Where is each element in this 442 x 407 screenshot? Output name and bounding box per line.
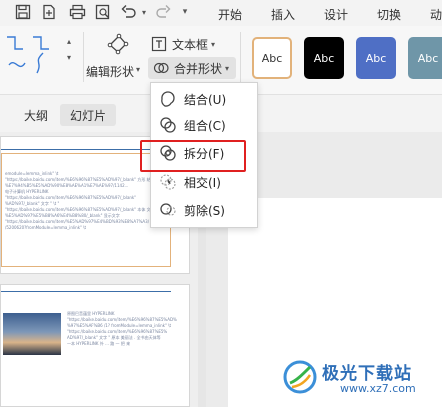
watermark-url: www.xz7.com bbox=[340, 382, 416, 395]
slide-text-block: 原图巴音蕴里 HYPERLINK "https://baike.baidu.co… bbox=[67, 311, 177, 347]
watermark-text: 极光下载站 bbox=[322, 364, 412, 384]
menu-item-union[interactable]: 结合(U) bbox=[151, 86, 255, 112]
chevron-down-icon: ▾ bbox=[225, 63, 230, 73]
union-icon bbox=[159, 90, 177, 108]
tab-outline[interactable]: 大纲 bbox=[14, 104, 58, 126]
ribbon-separator bbox=[83, 32, 84, 82]
connector-gallery[interactable] bbox=[4, 33, 62, 78]
menu-item-intersect[interactable]: 相交(I) bbox=[151, 169, 255, 195]
chevron-down-icon: ▾ bbox=[211, 39, 216, 49]
menu-item-label: 相交(I) bbox=[184, 175, 221, 190]
textbox-icon bbox=[150, 35, 168, 53]
merge-shapes-label: 合并形状 bbox=[174, 61, 223, 76]
print-preview-icon[interactable] bbox=[92, 1, 114, 23]
ribbon-separator bbox=[240, 32, 241, 82]
combine-icon bbox=[159, 116, 177, 134]
edit-shape-label: 编辑形状 bbox=[86, 65, 135, 79]
tab-design[interactable]: 设计 bbox=[324, 6, 348, 23]
chevron-down-icon: ▾ bbox=[136, 65, 141, 74]
tab-home[interactable]: 开始 bbox=[218, 6, 242, 23]
shape-style-blue[interactable]: Abc bbox=[356, 37, 396, 79]
menu-item-label: 剪除(S) bbox=[184, 203, 225, 218]
watermark: 极光下载站 www.xz7.com bbox=[280, 355, 440, 405]
tab-animation[interactable]: 动 bbox=[430, 6, 442, 23]
slide-text-line: /5200620?fromModule=lemma_inlink" \t bbox=[5, 225, 87, 230]
slide-thumbnail-2[interactable]: 原图巴音蕴里 HYPERLINK "https://baike.baidu.co… bbox=[0, 284, 190, 407]
redo-icon[interactable] bbox=[152, 1, 174, 23]
menu-item-label: 结合(U) bbox=[184, 92, 227, 107]
save-icon[interactable] bbox=[12, 1, 34, 23]
shape-style-white[interactable]: Abc bbox=[252, 37, 292, 79]
menu-item-subtract[interactable]: 剪除(S) bbox=[151, 197, 255, 223]
intersect-icon bbox=[159, 173, 177, 191]
edit-shape-button[interactable]: 编辑形状 ▾ bbox=[86, 30, 146, 82]
merge-shapes-icon bbox=[152, 59, 170, 77]
edit-shape-icon bbox=[106, 32, 130, 56]
shape-style-teal[interactable]: Abc bbox=[408, 37, 442, 79]
slide-text-block: emodule=lemma_inlink" \t "https://baike.… bbox=[5, 171, 165, 231]
undo-dropdown-icon[interactable]: ▾ bbox=[139, 6, 149, 18]
slide-text-line: 一本 HYPERLINK 外 … 路 一 把 来 bbox=[67, 341, 131, 346]
undo-icon[interactable] bbox=[118, 1, 140, 23]
highlight-box bbox=[140, 140, 246, 172]
tab-slides[interactable]: 幻灯片 bbox=[60, 104, 117, 126]
menu-item-label: 组合(C) bbox=[184, 118, 226, 133]
merge-shapes-button[interactable]: 合并形状 ▾ bbox=[148, 57, 236, 79]
gallery-down-icon[interactable]: ▾ bbox=[64, 52, 74, 62]
subtract-icon bbox=[159, 201, 177, 219]
menu-item-combine[interactable]: 组合(C) bbox=[151, 112, 255, 138]
tab-insert[interactable]: 插入 bbox=[271, 6, 295, 23]
slide-photo bbox=[3, 313, 61, 355]
customize-toolbar-icon[interactable]: ▾ bbox=[176, 1, 194, 23]
textbox-label: 文本框 bbox=[172, 37, 209, 52]
textbox-button[interactable]: 文本框 ▾ bbox=[150, 34, 232, 54]
tab-transition[interactable]: 切换 bbox=[377, 6, 401, 23]
shape-style-black[interactable]: Abc bbox=[304, 37, 344, 79]
export-pdf-icon[interactable] bbox=[38, 1, 60, 23]
gallery-up-icon[interactable]: ▴ bbox=[64, 36, 74, 46]
print-icon[interactable] bbox=[66, 1, 88, 23]
slide-rule-line bbox=[1, 291, 171, 292]
watermark-logo-icon bbox=[282, 359, 318, 395]
